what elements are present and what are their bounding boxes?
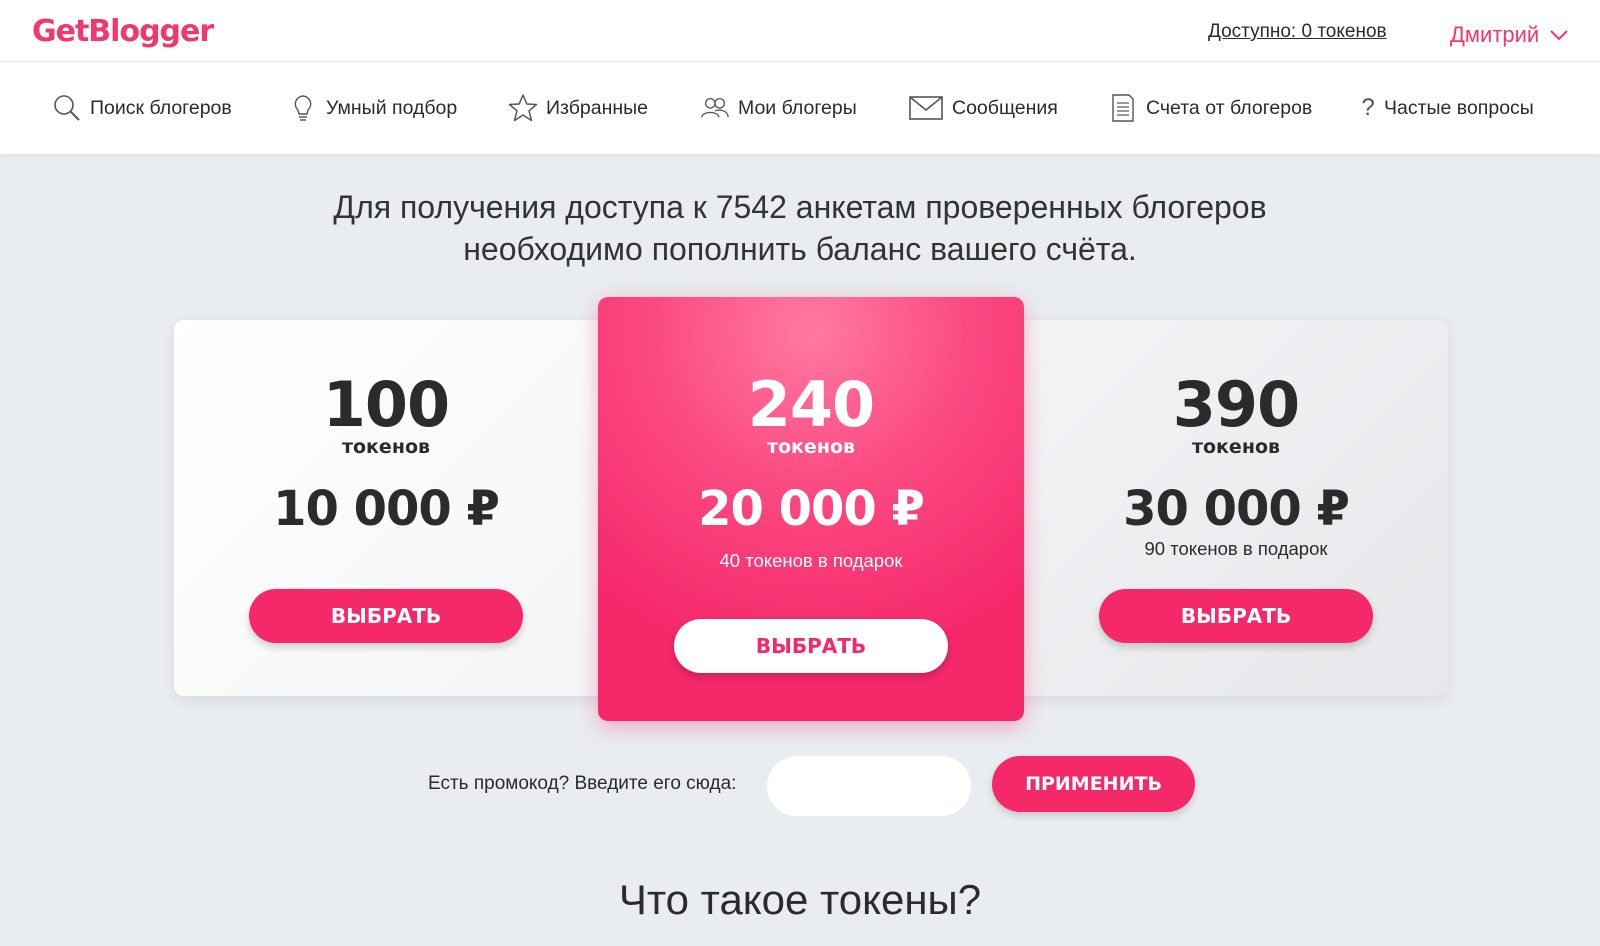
section-title: Что такое токены? (618, 876, 982, 923)
plan-price: 10 000 ₽ (273, 481, 500, 537)
token-balance-link[interactable]: Доступно: 0 токенов (1208, 21, 1387, 43)
user-menu[interactable]: Дмитрий (1450, 22, 1569, 48)
lightbulb-icon (288, 93, 318, 123)
plan-tokens: 240 (747, 368, 875, 441)
page-headline: Для получения доступа к 7542 анкетам про… (0, 186, 1600, 270)
plan-card-100: 100 токенов 10 000 ₽ (174, 368, 598, 537)
nav-item-label: Частые вопросы (1384, 96, 1534, 119)
plan-tokens: 100 (322, 368, 450, 441)
plan-card-390: 390 токенов 30 000 ₽ 90 токенов в подаро… (1024, 374, 1448, 560)
nav-item-blogger-invoices[interactable]: Счета от блогеров (1108, 92, 1312, 124)
envelope-icon (908, 93, 944, 123)
nav-item-smart-selection[interactable]: Умный подбор (288, 92, 457, 124)
plan-tokens: 390 (1172, 368, 1300, 441)
nav-item-label: Поиск блогеров (90, 96, 232, 119)
nav-item-search-bloggers[interactable]: Поиск блогеров (52, 92, 232, 124)
chevron-down-icon (1549, 29, 1569, 41)
nav-item-messages[interactable]: Сообщения (908, 92, 1058, 124)
plan-card-240: 240 токенов 20 000 ₽ 40 токенов в подаро… (598, 374, 1024, 572)
users-icon (700, 93, 730, 123)
plan-tokens-unit: токенов (1191, 436, 1281, 458)
headline-line-2: необходимо пополнить баланс вашего счёта… (463, 231, 1137, 267)
nav-item-label: Мои блогеры (738, 96, 857, 119)
plan-bonus: 40 токенов в подарок (719, 550, 903, 571)
nav-item-label: Счета от блогеров (1146, 96, 1313, 119)
plan-tokens-unit: токенов (766, 436, 856, 458)
nav-item-favorites[interactable]: Избранные (508, 92, 648, 124)
select-plan-240-button[interactable]: ВЫБРАТЬ (674, 619, 948, 673)
plan-tokens-unit: токенов (341, 436, 431, 458)
headline-line-1: Для получения доступа к 7542 анкетам про… (333, 189, 1267, 225)
search-icon (52, 93, 82, 123)
promo-label: Есть промокод? Введите его сюда: (428, 773, 737, 794)
select-plan-390-button[interactable]: ВЫБРАТЬ (1099, 589, 1373, 643)
nav-item-label: Умный подбор (326, 96, 458, 119)
top-bar: GetBlogger Доступно: 0 токенов Дмитрий (0, 0, 1600, 62)
plan-price: 30 000 ₽ (1123, 481, 1350, 537)
plan-price: 20 000 ₽ (698, 481, 925, 537)
promo-code-input[interactable] (767, 756, 971, 816)
nav-item-label: Избранные (546, 96, 648, 119)
nav-item-label: Сообщения (952, 96, 1058, 119)
nav-item-faq[interactable]: ? Частые вопросы (1360, 92, 1534, 124)
main-nav: Поиск блогеров Умный подбор Избранные Мо… (0, 62, 1600, 154)
nav-item-my-bloggers[interactable]: Мои блогеры (700, 92, 857, 124)
plan-bonus: 90 токенов в подарок (1144, 538, 1328, 559)
user-name: Дмитрий (1450, 22, 1540, 47)
question-icon: ? (1361, 94, 1375, 121)
select-plan-100-button[interactable]: ВЫБРАТЬ (249, 589, 523, 643)
apply-promo-button[interactable]: ПРИМЕНИТЬ (992, 756, 1195, 812)
logo[interactable]: GetBlogger (32, 14, 214, 49)
star-icon (508, 93, 538, 123)
document-icon (1108, 93, 1138, 123)
